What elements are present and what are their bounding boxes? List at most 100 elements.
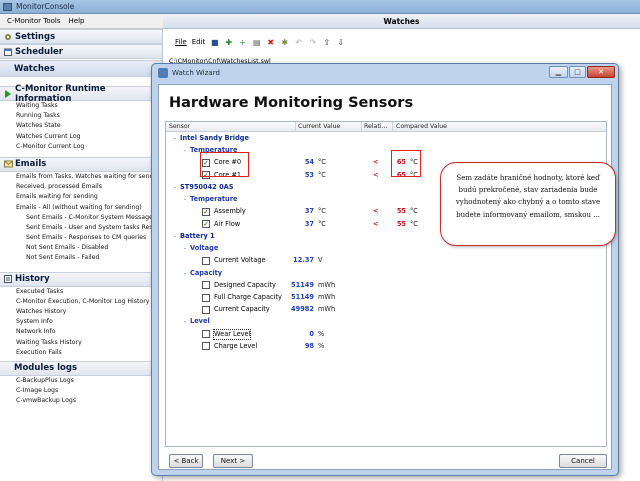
menu-cmonitor-tools[interactable]: C-Monitor Tools [7, 17, 61, 25]
current-value: 98 [304, 341, 314, 350]
runtime-item[interactable]: C-Monitor Current Log [0, 142, 162, 152]
collapse-toggle-icon[interactable]: - [182, 245, 188, 252]
menu-file[interactable]: File [175, 38, 187, 46]
email-item[interactable]: Sent Emails - Responses to CM queries [0, 233, 162, 243]
move-down-icon[interactable]: ⇩ [336, 38, 345, 47]
add-icon[interactable]: + [238, 38, 247, 47]
sidebar-watches[interactable]: Watches [0, 60, 162, 77]
history-item[interactable]: Execution Fails [0, 348, 162, 358]
sensor-checkbox[interactable] [202, 305, 210, 314]
sensor-row[interactable]: - Level [166, 316, 606, 328]
move-up-icon[interactable]: ⇧ [322, 38, 331, 47]
compared-value[interactable]: 55 [386, 219, 406, 231]
close-button[interactable]: ✕ [587, 66, 615, 78]
maximize-button[interactable]: □ [569, 66, 586, 78]
sensor-row[interactable]: Current Voltage 12.37 V [166, 255, 606, 267]
compared-value[interactable]: 55 [386, 206, 406, 218]
relation-operator[interactable]: < [373, 157, 379, 169]
history-item[interactable]: Waiting Tasks History [0, 338, 162, 348]
col-current-value[interactable]: Current Value [298, 122, 340, 132]
sensor-checkbox[interactable] [202, 330, 210, 339]
properties-icon[interactable]: ▤ [252, 38, 261, 47]
sensor-row[interactable]: Current Capacity 49982 mWh [166, 304, 606, 316]
cancel-button[interactable]: Cancel [559, 454, 607, 468]
sensor-checkbox[interactable] [202, 342, 210, 351]
sensor-category: Temperature [190, 195, 238, 204]
sensor-checkbox[interactable]: ✓ [202, 207, 210, 216]
sensor-name: Current Voltage [214, 256, 266, 265]
menu-help[interactable]: Help [69, 17, 85, 25]
email-item[interactable]: Received, processed Emails [0, 182, 162, 192]
save-icon[interactable]: ■ [210, 38, 219, 47]
current-value: 53 [304, 170, 314, 179]
sensor-row[interactable]: Wear Level 0% [166, 328, 606, 341]
email-item[interactable]: Sent Emails - C-Monitor System Messages [0, 213, 162, 223]
history-item[interactable]: System Info [0, 317, 162, 327]
sensor-name: Current Capacity [214, 305, 270, 314]
wizard-body: Hardware Monitoring Sensors Sensor Curre… [158, 84, 616, 470]
email-item[interactable]: Emails from Tasks, Watches waiting for s… [0, 172, 162, 182]
back-button[interactable]: < Back [169, 454, 203, 468]
sidebar-scheduler[interactable]: Scheduler [0, 44, 162, 59]
sensor-checkbox[interactable] [202, 256, 210, 265]
modules-list: C-BackupPlus Logs C-Image Logs C-vmwBackup… [0, 376, 162, 407]
runtime-item[interactable]: Watches Current Log [0, 132, 162, 142]
collapse-toggle-icon[interactable]: - [172, 184, 178, 191]
collapse-toggle-icon[interactable]: - [172, 135, 178, 142]
relation-operator[interactable]: < [373, 170, 379, 182]
email-item[interactable]: Emails - All (without waiting for sendin… [0, 203, 162, 213]
sensor-row[interactable]: Charge Level 98% [166, 341, 606, 353]
sidebar-runtime-header[interactable]: C-Monitor Runtime Information [0, 84, 162, 104]
sidebar-emails-header[interactable]: Emails [0, 156, 162, 172]
col-compared-value[interactable]: Compared Value [396, 122, 447, 132]
collapse-toggle-icon[interactable]: - [172, 233, 178, 240]
email-item[interactable]: Not Sent Emails - Failed [0, 253, 162, 263]
collapse-toggle-icon[interactable]: - [182, 270, 188, 277]
undo-icon[interactable]: ↶ [294, 38, 303, 47]
email-item[interactable]: Emails waiting for sending [0, 192, 162, 202]
sensor-checkbox[interactable] [202, 293, 210, 302]
history-item[interactable]: Executed Tasks [0, 287, 162, 297]
delete-icon[interactable]: ✖ [266, 38, 275, 47]
current-value: 51149 [291, 280, 314, 289]
runtime-item[interactable]: Watches State [0, 121, 162, 131]
sidebar-history-header[interactable]: History [0, 271, 162, 287]
sensor-row[interactable]: - Capacity [166, 268, 606, 280]
sensor-row[interactable]: Full Charge Capacity 51149 mWh [166, 292, 606, 304]
history-item[interactable]: Watches History [0, 307, 162, 317]
collapse-toggle-icon[interactable]: - [182, 196, 188, 203]
col-relation[interactable]: Relati... [364, 122, 387, 132]
current-unit: °C [318, 158, 326, 167]
next-button[interactable]: Next > [213, 454, 253, 468]
callout-note: Sem zadáte hraničné hodnoty, ktoré keď b… [440, 162, 616, 246]
current-unit: % [318, 329, 325, 338]
gear-icon[interactable]: ✱ [280, 38, 289, 47]
history-item[interactable]: C-Monitor Execution, C-Monitor Log Histo… [0, 297, 162, 307]
sidebar-settings[interactable]: Settings [0, 29, 162, 44]
email-item[interactable]: Sent Emails - User and System tasks Resu… [0, 223, 162, 233]
history-item[interactable]: Network Info [0, 327, 162, 337]
current-unit: mWh [318, 280, 336, 289]
email-item[interactable]: Not Sent Emails - Disabled [0, 243, 162, 253]
menu-edit[interactable]: Edit [192, 38, 206, 46]
sidebar-modules-header[interactable]: Modules logs [0, 360, 162, 376]
envelope-icon [4, 160, 13, 168]
collapse-toggle-icon[interactable]: - [182, 318, 188, 325]
module-item[interactable]: C-vmwBackup Logs [0, 396, 162, 406]
sensor-checkbox[interactable] [202, 281, 210, 290]
sidebar: Settings Scheduler Watches C-Monitor Run… [0, 29, 163, 481]
module-item[interactable]: C-Image Logs [0, 386, 162, 396]
new-watch-icon[interactable]: ✚ [224, 38, 233, 47]
collapse-toggle-icon[interactable]: - [182, 147, 188, 154]
minimize-button[interactable]: ▁ [549, 66, 568, 78]
redo-icon[interactable]: ↷ [308, 38, 317, 47]
sensor-checkbox[interactable]: ✓ [202, 220, 210, 229]
relation-operator[interactable]: < [373, 206, 379, 218]
module-item[interactable]: C-BackupPlus Logs [0, 376, 162, 386]
runtime-item[interactable]: Running Tasks [0, 111, 162, 121]
relation-operator[interactable]: < [373, 219, 379, 231]
sensor-row[interactable]: Designed Capacity 51149 mWh [166, 280, 606, 292]
sensor-name: Wear Level [212, 328, 252, 340]
sensor-row[interactable]: - Intel Sandy Bridge [166, 133, 606, 145]
col-sensor[interactable]: Sensor [169, 122, 190, 132]
